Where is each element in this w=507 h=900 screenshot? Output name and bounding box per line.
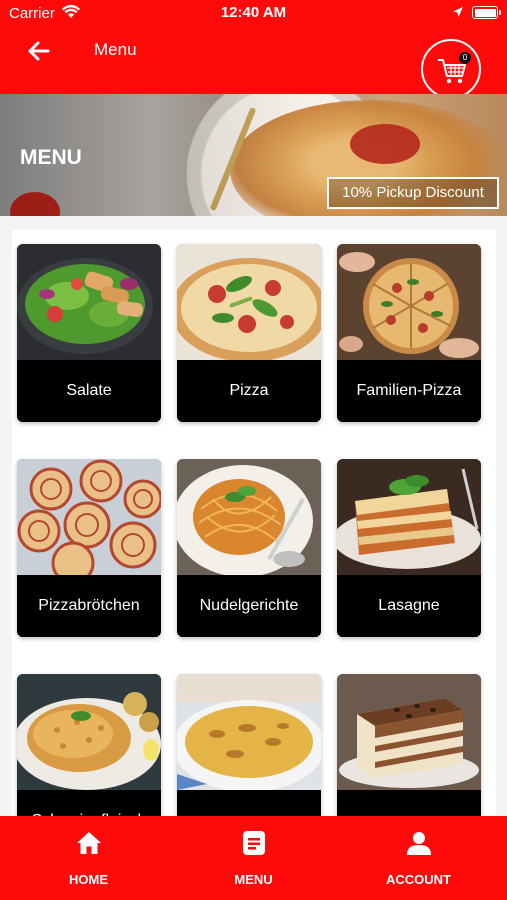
app-screen: Carrier 12:40 AM Menu 0 MENU 10% Pickup … — [0, 0, 507, 900]
category-grid: Salate Pizza Familien-Pizza Pizzabrötche… — [0, 216, 507, 884]
category-label: Pizza — [177, 360, 321, 422]
category-label: Familien-Pizza — [337, 360, 481, 422]
nav-menu-label: MENU — [234, 872, 273, 887]
status-time: 12:40 AM — [220, 4, 287, 21]
tiramisu-photo — [337, 674, 481, 790]
spaghetti-photo — [177, 459, 321, 575]
arrow-left-icon — [28, 41, 50, 61]
category-label: Nudelgerichte — [177, 575, 321, 637]
home-icon — [77, 832, 101, 854]
pizza-rolls-photo — [17, 459, 161, 575]
cart-count-badge: 0 — [459, 52, 471, 64]
schnitzel-photo — [17, 674, 161, 790]
category-tile-lasagne[interactable]: Lasagne — [337, 459, 481, 637]
battery-icon — [472, 6, 501, 19]
back-button[interactable] — [22, 36, 56, 66]
category-label: Lasagne — [337, 575, 481, 637]
category-tile-pizzabroetchen[interactable]: Pizzabrötchen — [17, 459, 161, 637]
nav-home[interactable]: HOME — [4, 816, 173, 900]
category-tile-familien-pizza[interactable]: Familien-Pizza — [337, 244, 481, 422]
category-tile-pizza[interactable]: Pizza — [177, 244, 321, 422]
nav-home-label: HOME — [69, 872, 108, 887]
pickup-discount-badge[interactable]: 10% Pickup Discount — [327, 177, 499, 209]
pizza-photo — [177, 244, 321, 360]
category-tile-nudelgerichte[interactable]: Nudelgerichte — [177, 459, 321, 637]
cart-button[interactable]: 0 — [421, 39, 481, 99]
top-bar: Carrier 12:40 AM Menu 0 — [0, 0, 507, 99]
category-tile-salate[interactable]: Salate — [17, 244, 161, 422]
salad-photo — [17, 244, 161, 360]
nav-account[interactable]: ACCOUNT — [334, 816, 503, 900]
location-arrow-icon — [453, 7, 463, 17]
menu-list-icon — [243, 831, 265, 855]
bottom-navigation: HOME MENU ACCOUNT — [0, 816, 507, 900]
lasagne-photo — [337, 459, 481, 575]
status-bar: Carrier 12:40 AM — [0, 0, 507, 28]
header-title: Menu — [94, 40, 137, 59]
account-icon — [407, 832, 431, 855]
banner-title: MENU — [20, 146, 82, 169]
category-label: Salate — [17, 360, 161, 422]
category-label: Pizzabrötchen — [17, 575, 161, 637]
nav-account-label: ACCOUNT — [386, 872, 451, 887]
nav-menu[interactable]: MENU — [169, 816, 338, 900]
family-pizza-photo — [337, 244, 481, 360]
gratin-photo — [177, 674, 321, 790]
menu-banner: MENU 10% Pickup Discount — [0, 94, 507, 216]
